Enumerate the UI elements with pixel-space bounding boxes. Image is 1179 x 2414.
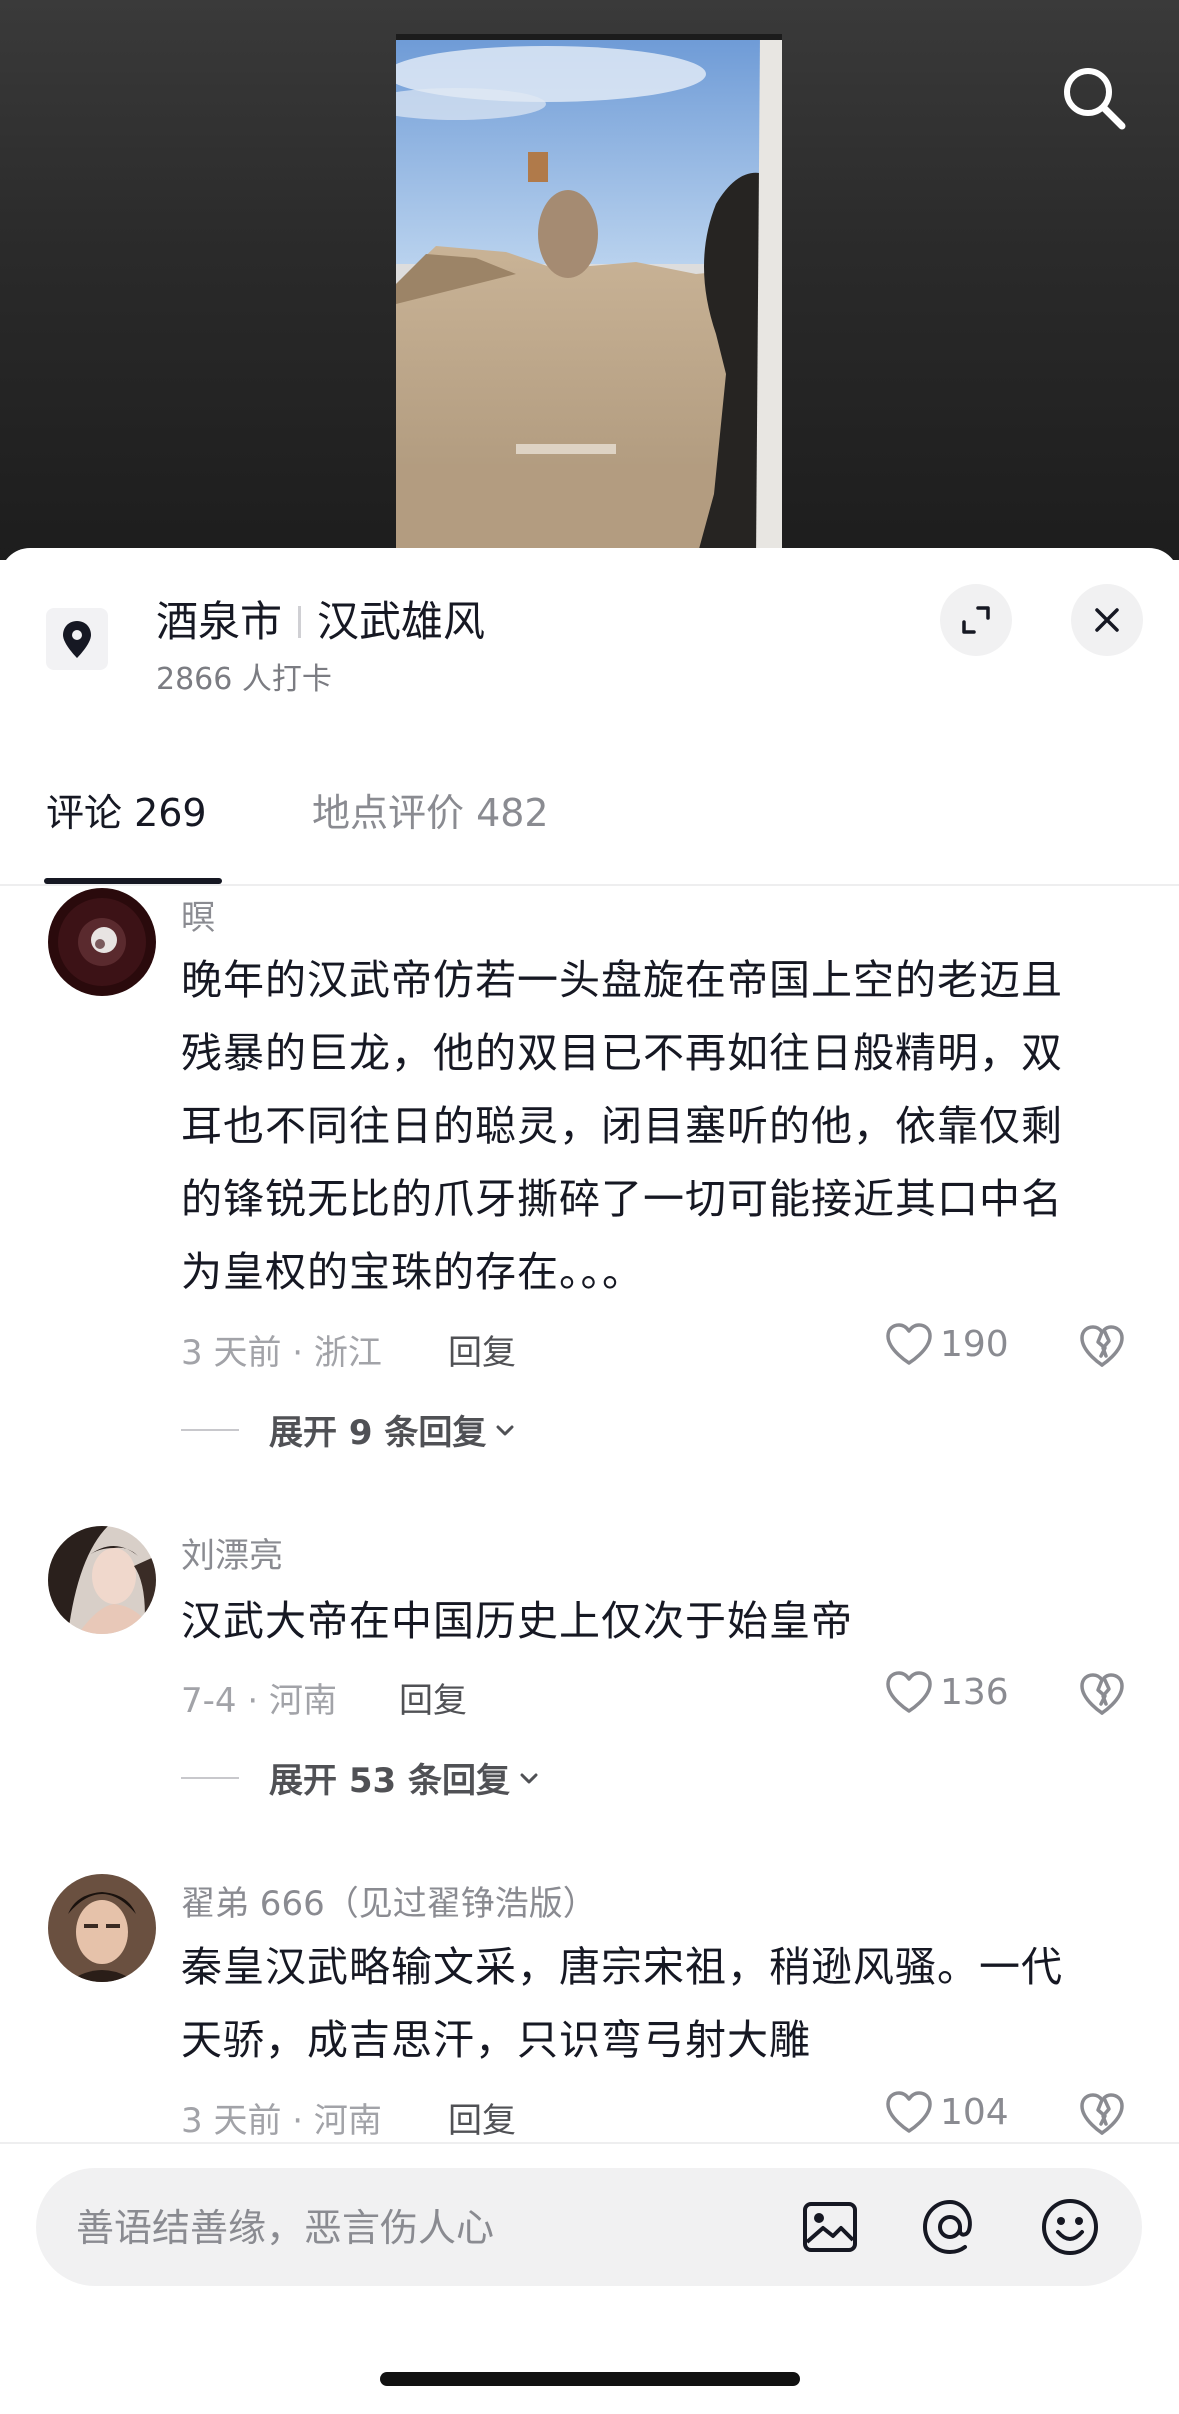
avatar[interactable] — [48, 888, 156, 996]
broken-heart-icon[interactable] — [1078, 2090, 1126, 2138]
emoji-icon[interactable] — [1037, 2194, 1103, 2260]
tab-divider — [0, 884, 1179, 886]
heart-icon — [886, 1323, 932, 1365]
comment-meta: 3 天前 · 河南 — [181, 2101, 382, 2141]
expand-icon — [962, 606, 990, 634]
broken-heart-icon[interactable] — [1078, 1670, 1126, 1718]
location-city[interactable]: 酒泉市 — [156, 597, 282, 646]
comment-text[interactable]: 秦皇汉武略输文采，唐宗宋祖，稍逊风骚。一代天骄，成吉思汗，只识弯弓射大雕 — [181, 1931, 1101, 2077]
like-count: 190 — [940, 1323, 1009, 1365]
avatar[interactable] — [48, 1874, 156, 1982]
comment-text[interactable]: 汉武大帝在中国历史上仅次于始皇帝 — [181, 1585, 1101, 1658]
home-indicator[interactable] — [380, 2372, 800, 2386]
comment-username[interactable]: 刘漂亮 — [181, 1528, 283, 1577]
chevron-down-icon — [496, 1425, 514, 1435]
avatar[interactable] — [48, 1526, 156, 1634]
reply-button[interactable]: 回复 — [448, 2093, 516, 2142]
checkin-count: 2866 人打卡 — [156, 662, 332, 697]
expand-line — [181, 1428, 239, 1431]
heart-icon — [886, 2091, 932, 2133]
image-icon[interactable] — [797, 2194, 863, 2260]
at-icon[interactable] — [917, 2194, 983, 2260]
expand-replies-label: 展开 53 条回复 — [269, 1761, 510, 1801]
expand-button[interactable] — [940, 584, 1012, 656]
like-button[interactable]: 104 — [884, 2089, 1009, 2135]
like-button[interactable]: 136 — [884, 1669, 1009, 1715]
comment-input[interactable] — [74, 2168, 778, 2288]
search-icon[interactable] — [1058, 62, 1130, 134]
comment-username[interactable]: 暝 — [181, 890, 215, 939]
location-title[interactable]: 酒泉市 汉武雄风 — [156, 588, 485, 649]
tab-place-reviews[interactable]: 地点评价 482 — [312, 782, 549, 837]
expand-replies[interactable]: 展开 9 条回复 — [181, 1405, 518, 1454]
chevron-down-icon — [520, 1773, 538, 1783]
like-count: 136 — [940, 1671, 1009, 1713]
expand-line — [181, 1776, 239, 1779]
tab-comments[interactable]: 评论 269 — [46, 782, 207, 837]
location-pin-icon — [46, 608, 108, 670]
heart-icon — [886, 1671, 932, 1713]
close-button[interactable] — [1071, 584, 1143, 656]
comment-username[interactable]: 翟弟 666（见过翟铮浩版） — [181, 1876, 597, 1925]
expand-replies-label: 展开 9 条回复 — [269, 1413, 487, 1453]
comment-meta: 7-4 · 河南 — [181, 1681, 337, 1721]
like-button[interactable]: 190 — [884, 1321, 1009, 1367]
reply-button[interactable]: 回复 — [448, 1325, 516, 1374]
expand-replies[interactable]: 展开 53 条回复 — [181, 1753, 542, 1802]
title-separator — [298, 605, 302, 638]
comment-meta: 3 天前 · 浙江 — [181, 1333, 382, 1373]
location-spot[interactable]: 汉武雄风 — [317, 597, 485, 646]
video-thumbnail[interactable] — [396, 34, 782, 560]
broken-heart-icon[interactable] — [1078, 1322, 1126, 1370]
bottom-divider — [0, 2142, 1179, 2144]
reply-button[interactable]: 回复 — [399, 1673, 467, 1722]
like-count: 104 — [940, 2091, 1009, 2133]
close-icon — [1095, 608, 1119, 632]
comment-text[interactable]: 晚年的汉武帝仿若一头盘旋在帝国上空的老迈且残暴的巨龙，他的双目已不再如往日般精明… — [181, 944, 1101, 1309]
